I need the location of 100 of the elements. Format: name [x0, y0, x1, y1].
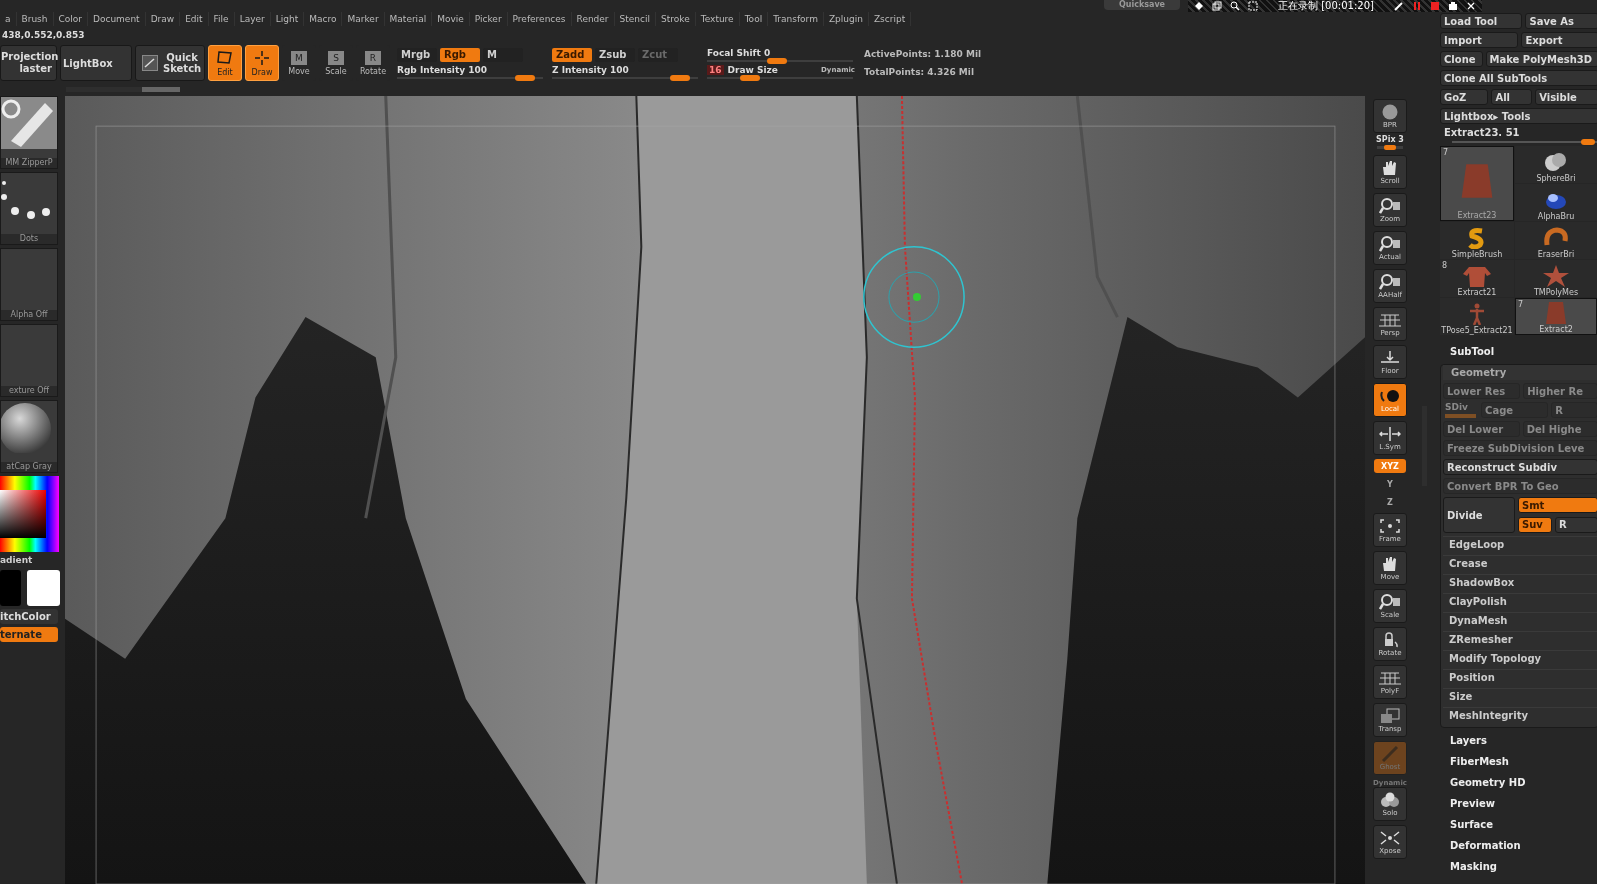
tool-thumbnail-item[interactable]: EraserBri — [1515, 222, 1597, 259]
tool-button[interactable]: Export — [1521, 32, 1597, 48]
menu-item[interactable]: Macro — [304, 12, 343, 26]
menu-item[interactable]: Brush — [16, 12, 54, 26]
geometry-button[interactable]: Reconstruct Subdiv — [1443, 459, 1597, 475]
slider-thumb[interactable] — [739, 74, 760, 81]
depth-mode-toggle[interactable]: Zadd — [552, 47, 592, 62]
tool-button[interactable]: GoZ — [1440, 89, 1489, 105]
lightbox-button[interactable]: LightBox — [60, 45, 132, 81]
copy-icon[interactable] — [1212, 1, 1222, 11]
depth-mode-toggle[interactable]: Zsub — [595, 47, 635, 62]
menu-item[interactable]: Picker — [469, 12, 508, 26]
subtool-section-header[interactable]: SubTool — [1440, 338, 1597, 361]
section-header[interactable]: Deformation — [1440, 836, 1597, 854]
menu-item[interactable]: a — [0, 12, 17, 26]
menu-item[interactable]: Zplugin — [823, 12, 869, 26]
section-header[interactable]: Geometry HD — [1440, 773, 1597, 791]
color-mode-toggle[interactable]: Mrgb — [397, 47, 437, 62]
geometry-subsection-header[interactable]: DynaMesh — [1443, 612, 1597, 628]
diamond-icon[interactable] — [1194, 1, 1204, 11]
slider-thumb[interactable] — [1581, 139, 1595, 145]
stop-icon[interactable] — [1429, 1, 1440, 11]
divide-option-toggle[interactable]: Smt — [1518, 497, 1597, 513]
divide-button[interactable]: Divide — [1443, 497, 1515, 533]
tool-thumbnail-item[interactable]: SphereBri — [1515, 146, 1597, 183]
pause-icon[interactable] — [1411, 1, 1422, 11]
axis-toggle[interactable]: Z — [1374, 495, 1406, 509]
menu-item[interactable]: Render — [571, 12, 615, 26]
search-icon[interactable] — [1230, 1, 1240, 11]
divide-option-toggle[interactable]: Suv — [1518, 516, 1552, 533]
menu-item[interactable]: Material — [384, 12, 433, 26]
geometry-section-header[interactable]: Geometry — [1443, 365, 1597, 380]
slider-thumb[interactable] — [670, 74, 691, 81]
geometry-subsection-header[interactable]: Size — [1443, 688, 1597, 704]
tool-thumbnail-item[interactable]: AlphaBru — [1515, 184, 1597, 221]
geometry-subsection-header[interactable]: ShadowBox — [1443, 574, 1597, 590]
menu-item[interactable]: Edit — [180, 12, 209, 26]
section-header[interactable]: Masking — [1440, 857, 1597, 875]
tool-thumbnail-item[interactable]: TMPolyMes — [1515, 260, 1597, 297]
section-header[interactable]: Layers — [1440, 731, 1597, 749]
color-mode-toggle[interactable]: Rgb — [440, 47, 480, 62]
menu-item[interactable]: Color — [53, 12, 88, 26]
alpha-tile[interactable]: Alpha Off — [0, 248, 58, 321]
mode-button[interactable]: Edit — [208, 45, 242, 81]
geometry-subsection-header[interactable]: Crease — [1443, 555, 1597, 571]
geometry-subsection-header[interactable]: EdgeLoop — [1443, 536, 1597, 552]
pen-icon[interactable] — [1393, 1, 1404, 11]
geometry-subsection-header[interactable]: Position — [1443, 669, 1597, 685]
menu-item[interactable]: Stencil — [614, 12, 656, 26]
menu-item[interactable]: Document — [88, 12, 146, 26]
color-picker[interactable] — [0, 476, 59, 552]
section-header[interactable]: FiberMesh — [1440, 752, 1597, 770]
tool-button[interactable]: Load Tool — [1440, 13, 1523, 29]
geometry-subsection-header[interactable]: MeshIntegrity — [1443, 707, 1597, 723]
main-color-swatch[interactable] — [0, 570, 21, 606]
tool-button[interactable]: Save As — [1525, 13, 1597, 29]
projection-master-button[interactable]: Projection laster — [0, 45, 57, 81]
switch-color-button[interactable]: itchColor — [0, 609, 58, 624]
tool-button[interactable]: All — [1491, 89, 1533, 105]
menu-item[interactable]: Stroke — [656, 12, 696, 26]
stroke-tile[interactable]: Dots — [0, 172, 58, 245]
menu-item[interactable]: File — [208, 12, 235, 26]
camera-icon[interactable] — [1447, 1, 1458, 11]
slider-thumb[interactable] — [767, 57, 788, 64]
menu-item[interactable]: Marker — [342, 12, 385, 26]
secondary-color-swatch[interactable] — [27, 570, 60, 606]
section-header[interactable]: Surface — [1440, 815, 1597, 833]
tool-button[interactable]: Visible — [1535, 89, 1597, 105]
tool-button[interactable]: Lightbox▸ Tools — [1440, 108, 1597, 124]
menu-item[interactable]: Light — [270, 12, 305, 26]
texture-tile[interactable]: exture Off — [0, 324, 58, 397]
geometry-subsection-header[interactable]: ClayPolish — [1443, 593, 1597, 609]
axis-toggle[interactable]: Y — [1374, 477, 1406, 491]
tool-thumbnail-item[interactable]: 7 Extract23 — [1440, 146, 1514, 221]
menu-item[interactable]: Draw — [145, 12, 181, 26]
menu-item[interactable]: Preferences — [507, 12, 572, 26]
material-tile[interactable]: atCap Gray — [0, 400, 58, 473]
tool-thumbnail-item[interactable]: 8 Extract21 — [1440, 260, 1514, 297]
slider-thumb[interactable] — [515, 74, 536, 81]
menu-item[interactable]: Transform — [768, 12, 824, 26]
section-header[interactable]: Preview — [1440, 794, 1597, 812]
close-icon[interactable] — [1465, 1, 1476, 11]
scrollbar[interactable] — [66, 86, 180, 92]
tool-thumbnail-item[interactable]: SimpleBrush — [1440, 222, 1514, 259]
tool-button[interactable]: Import — [1440, 32, 1519, 48]
color-mode-toggle[interactable]: M — [483, 47, 523, 62]
alternate-toggle[interactable]: ternate — [0, 627, 58, 642]
slider-thumb[interactable] — [1384, 145, 1396, 150]
quicksave-button[interactable]: Quicksave — [1104, 0, 1180, 10]
tool-button[interactable]: Clone All SubTools — [1440, 70, 1597, 86]
divide-option-toggle[interactable]: R — [1555, 516, 1597, 533]
geometry-subsection-header[interactable]: Modify Topology — [1443, 650, 1597, 666]
menu-item[interactable]: Layer — [234, 12, 271, 26]
menu-item[interactable]: Texture — [695, 12, 740, 26]
brush-tile[interactable]: MM ZipperP — [0, 96, 58, 169]
tool-button[interactable]: Clone — [1440, 51, 1483, 67]
tool-thumbnail-item[interactable]: 7 Extract2 — [1515, 298, 1597, 335]
menu-item[interactable]: Zscript — [868, 12, 912, 26]
menu-item[interactable]: Tool — [739, 12, 769, 26]
spix-slider[interactable] — [1377, 146, 1403, 149]
